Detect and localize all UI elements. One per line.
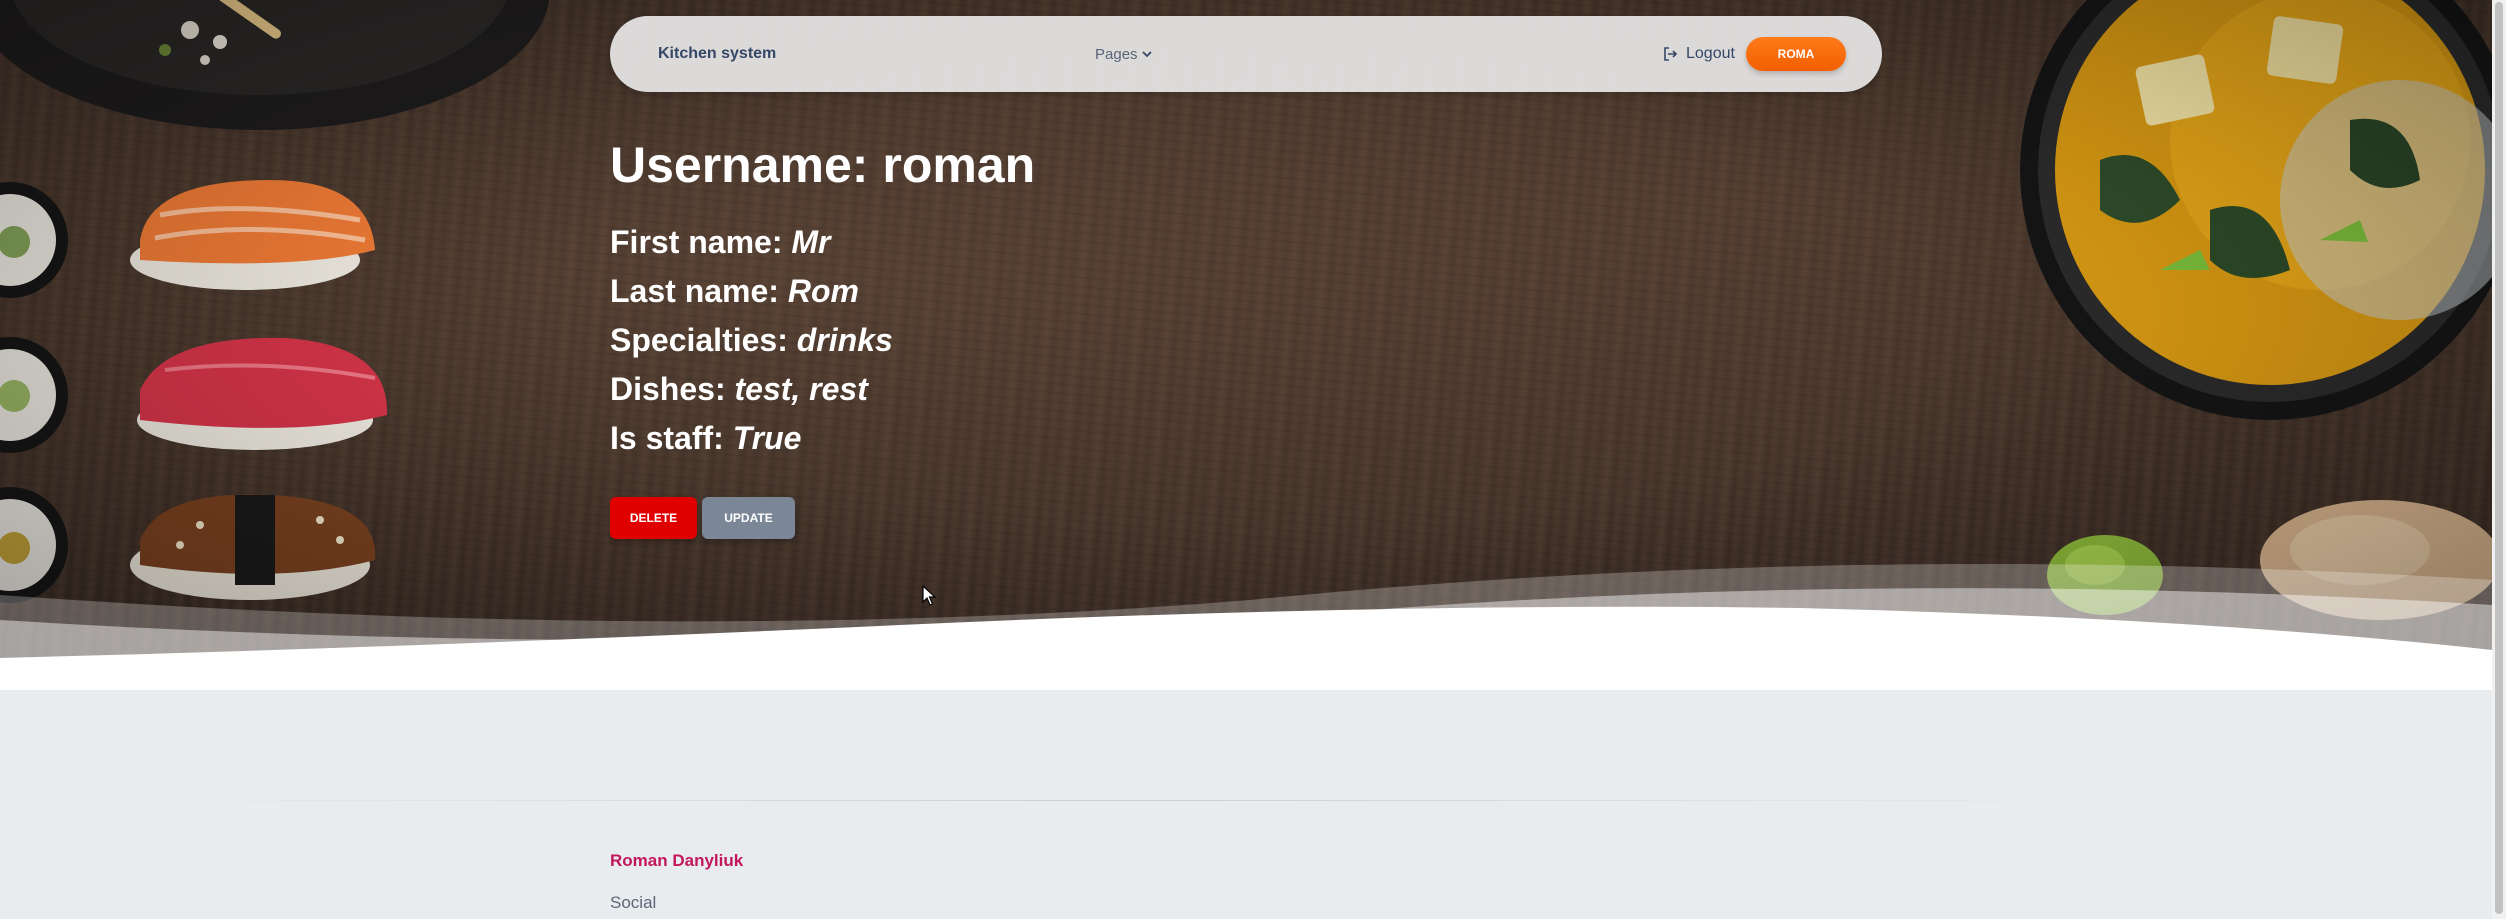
profile-fields: First name: Mr Last name: Rom Specialtie…: [610, 218, 1035, 463]
field-label: First name:: [610, 224, 783, 260]
field-specialties: Specialties: drinks: [610, 316, 1035, 365]
top-navbar: Kitchen system Pages Logout ROMA: [610, 16, 1882, 92]
delete-button[interactable]: DELETE: [610, 497, 697, 539]
profile-actions: DELETE UPDATE: [610, 497, 795, 539]
username-label: Username:: [610, 137, 869, 193]
page: Kitchen system Pages Logout ROMA Usernam…: [0, 0, 2506, 919]
field-label: Is staff:: [610, 420, 724, 456]
update-button[interactable]: UPDATE: [702, 497, 795, 539]
field-value: Mr: [791, 224, 831, 260]
chevron-down-icon: [1141, 51, 1152, 58]
logout-icon: [1664, 47, 1678, 61]
page-scrollbar[interactable]: [2492, 0, 2506, 919]
field-first-name: First name: Mr: [610, 218, 1035, 267]
field-is-staff: Is staff: True: [610, 414, 1035, 463]
footer-author-name: Roman Danyliuk: [610, 851, 744, 870]
field-dishes: Dishes: test, rest: [610, 365, 1035, 414]
field-last-name: Last name: Rom: [610, 267, 1035, 316]
pages-dropdown-label: Pages: [1095, 45, 1138, 63]
field-label: Specialties:: [610, 322, 788, 358]
brand-link[interactable]: Kitchen system: [658, 16, 776, 92]
field-label: Last name:: [610, 273, 779, 309]
user-profile-button[interactable]: ROMA: [1746, 37, 1846, 71]
field-value: drinks: [796, 322, 893, 358]
profile-details: Username: roman First name: Mr Last name…: [610, 130, 1035, 463]
scrollbar-thumb[interactable]: [2495, 2, 2503, 914]
field-value: test, rest: [734, 371, 868, 407]
mouse-cursor-icon: [922, 585, 936, 606]
pages-dropdown[interactable]: Pages: [1095, 16, 1152, 92]
footer-social-heading: Social: [610, 893, 657, 912]
logout-label: Logout: [1686, 45, 1735, 62]
field-value: Rom: [787, 273, 859, 309]
username-value: roman: [882, 137, 1036, 193]
footer-divider: [120, 800, 2130, 801]
field-value: True: [732, 420, 802, 456]
hero-background: [0, 0, 2492, 690]
hero-wave-divider: [0, 564, 2492, 690]
field-label: Dishes:: [610, 371, 726, 407]
logout-link[interactable]: Logout: [1663, 16, 1735, 92]
username-heading: Username: roman: [610, 130, 1035, 200]
